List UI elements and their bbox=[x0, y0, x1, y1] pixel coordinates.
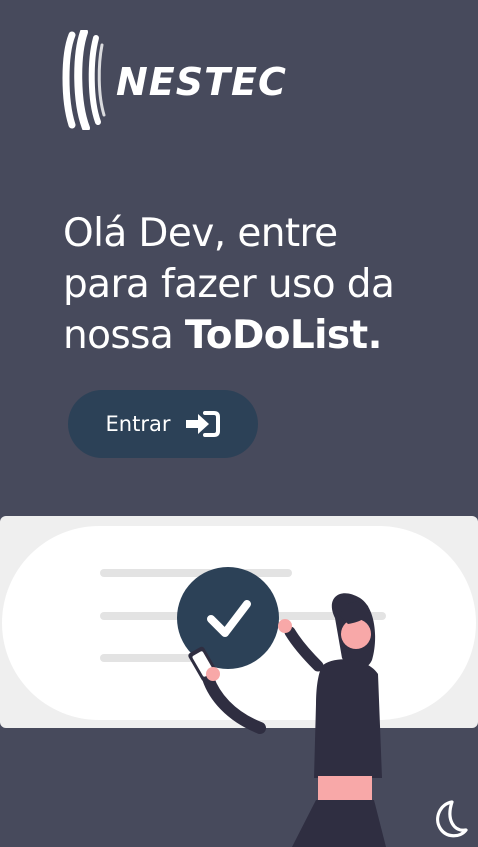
headline-line-2: para fazer uso da bbox=[63, 262, 395, 307]
headline-line-1: Olá Dev, entre bbox=[63, 211, 338, 256]
headline-app-name: ToDoList. bbox=[184, 313, 382, 358]
page-title: Olá Dev, entre para fazer uso da nossa T… bbox=[63, 208, 463, 361]
sign-in-icon bbox=[184, 410, 221, 438]
headline-line-3: nossa ToDoList. bbox=[63, 310, 463, 361]
theme-toggle-button[interactable] bbox=[426, 796, 472, 842]
enter-button-label: Entrar bbox=[105, 412, 171, 436]
headline-line-3-prefix: nossa bbox=[63, 313, 185, 358]
todo-illustration bbox=[0, 516, 478, 847]
nestec-logo-icon bbox=[62, 30, 106, 130]
enter-button[interactable]: Entrar bbox=[68, 390, 258, 458]
moon-icon bbox=[436, 800, 468, 838]
brand-name: NESTEC bbox=[116, 60, 287, 104]
brand-logo: NESTEC bbox=[62, 30, 286, 130]
